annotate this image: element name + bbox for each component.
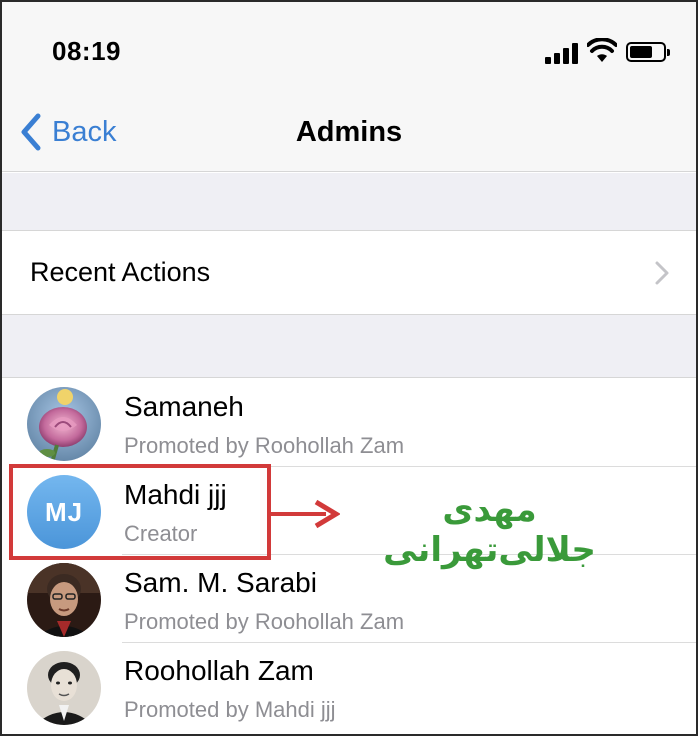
avatar-photo: [27, 563, 101, 637]
back-button[interactable]: Back: [16, 112, 116, 152]
back-label: Back: [52, 115, 117, 148]
avatar-photo: [27, 651, 101, 725]
rose-photo-icon: [27, 387, 101, 461]
arrow-right-icon: [270, 499, 340, 529]
admin-row-roohollah[interactable]: Roohollah Zam Promoted by Mahdi jjj: [2, 643, 696, 731]
admin-row-samaneh[interactable]: Samaneh Promoted by Roohollah Zam: [2, 379, 696, 467]
section-spacer: [2, 314, 696, 378]
admin-name: Samaneh: [124, 391, 244, 422]
annotation-highlight-box: [9, 464, 271, 560]
admin-role: Promoted by Mahdi jjj: [124, 697, 336, 722]
section-spacer: [2, 173, 696, 231]
battery-level: [630, 46, 652, 58]
battery-icon: [626, 42, 670, 62]
wifi-icon: [587, 38, 617, 62]
annotation-caption: مهدی جلالی‌تهرانی: [383, 490, 596, 570]
recent-actions-label: Recent Actions: [30, 257, 211, 287]
status-time: 08:19: [52, 36, 121, 66]
recent-actions-row[interactable]: Recent Actions: [2, 232, 696, 314]
navigation-bar: Admins Back: [2, 90, 696, 172]
phone-screen: 08:19 Admins Back Recent Actions Samaneh…: [0, 0, 698, 736]
cellular-signal-icon: [545, 42, 579, 64]
person-photo-icon: [27, 563, 101, 637]
admin-name: Sam. M. Sarabi: [124, 567, 317, 598]
person-photo-icon: [27, 651, 101, 725]
avatar-rose: [27, 387, 101, 461]
admin-role: Promoted by Roohollah Zam: [124, 609, 405, 634]
admin-role: Promoted by Roohollah Zam: [124, 433, 405, 458]
chevron-left-icon: [21, 113, 41, 151]
chevron-right-icon: [655, 261, 669, 285]
status-bar: 08:19: [2, 2, 696, 90]
admin-name: Roohollah Zam: [124, 655, 314, 686]
